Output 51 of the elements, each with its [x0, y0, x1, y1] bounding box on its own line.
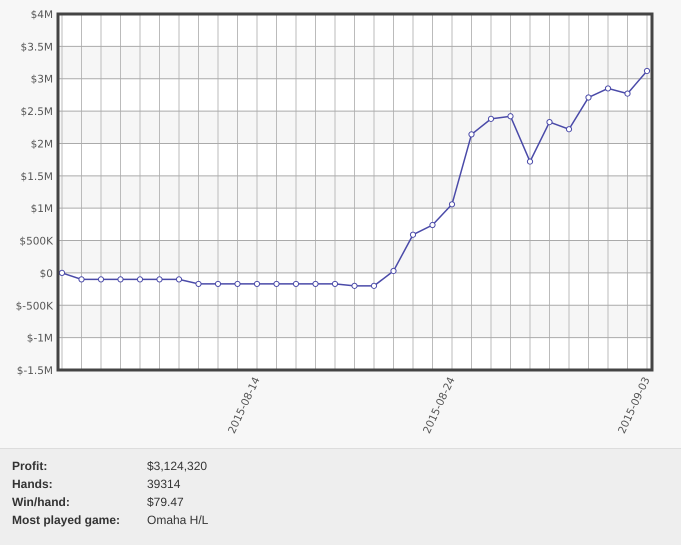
stat-label: Hands:: [12, 477, 54, 491]
point: [292, 280, 300, 288]
point: [390, 268, 397, 274]
axis-label: $1M: [30, 203, 53, 216]
point: [468, 131, 475, 138]
axis-label: $-1.5M: [16, 365, 53, 377]
stat-value: 39314: [147, 477, 182, 491]
point: [98, 276, 104, 282]
point: [566, 126, 572, 132]
axis-label: $0: [40, 268, 53, 280]
point: [176, 276, 182, 282]
point: [156, 276, 163, 282]
point: [507, 113, 514, 120]
stat-label: Most played game:: [12, 513, 122, 527]
point: [332, 280, 338, 288]
point: [546, 118, 553, 126]
point: [117, 276, 124, 282]
point: [234, 280, 241, 288]
point: [429, 222, 436, 228]
stat-value: $79.47: [147, 495, 185, 509]
axis-label: $2M: [30, 138, 53, 150]
axis-label: $-500K: [16, 300, 53, 312]
axis-label: $-1M: [26, 332, 53, 345]
stat-value: Omaha H/L: [147, 513, 210, 527]
axis-label: $1.5M: [20, 170, 53, 183]
point: [195, 280, 202, 288]
stat-label: Profit:: [12, 459, 48, 473]
point: [585, 94, 592, 101]
axis-label: $500K: [19, 236, 53, 248]
point: [526, 158, 534, 165]
axis-label: $2.5M: [20, 106, 53, 118]
point: [448, 201, 456, 208]
point: [624, 90, 631, 97]
axis-label: $3M: [30, 74, 53, 86]
point: [370, 282, 378, 289]
point: [273, 280, 280, 288]
point: [488, 116, 494, 122]
point: [136, 276, 144, 282]
axis-label: $3.5M: [20, 41, 53, 54]
point: [644, 68, 650, 74]
stat-label: Win/hand:: [12, 495, 71, 509]
point: [312, 280, 319, 288]
point: [604, 85, 612, 92]
point: [214, 280, 222, 288]
axis-label: $4M: [30, 9, 53, 21]
point: [254, 280, 260, 288]
point: [351, 282, 358, 289]
point: [58, 270, 66, 276]
point: [410, 232, 416, 238]
point: [78, 276, 85, 282]
stat-value: $3,124,320: [147, 459, 208, 473]
